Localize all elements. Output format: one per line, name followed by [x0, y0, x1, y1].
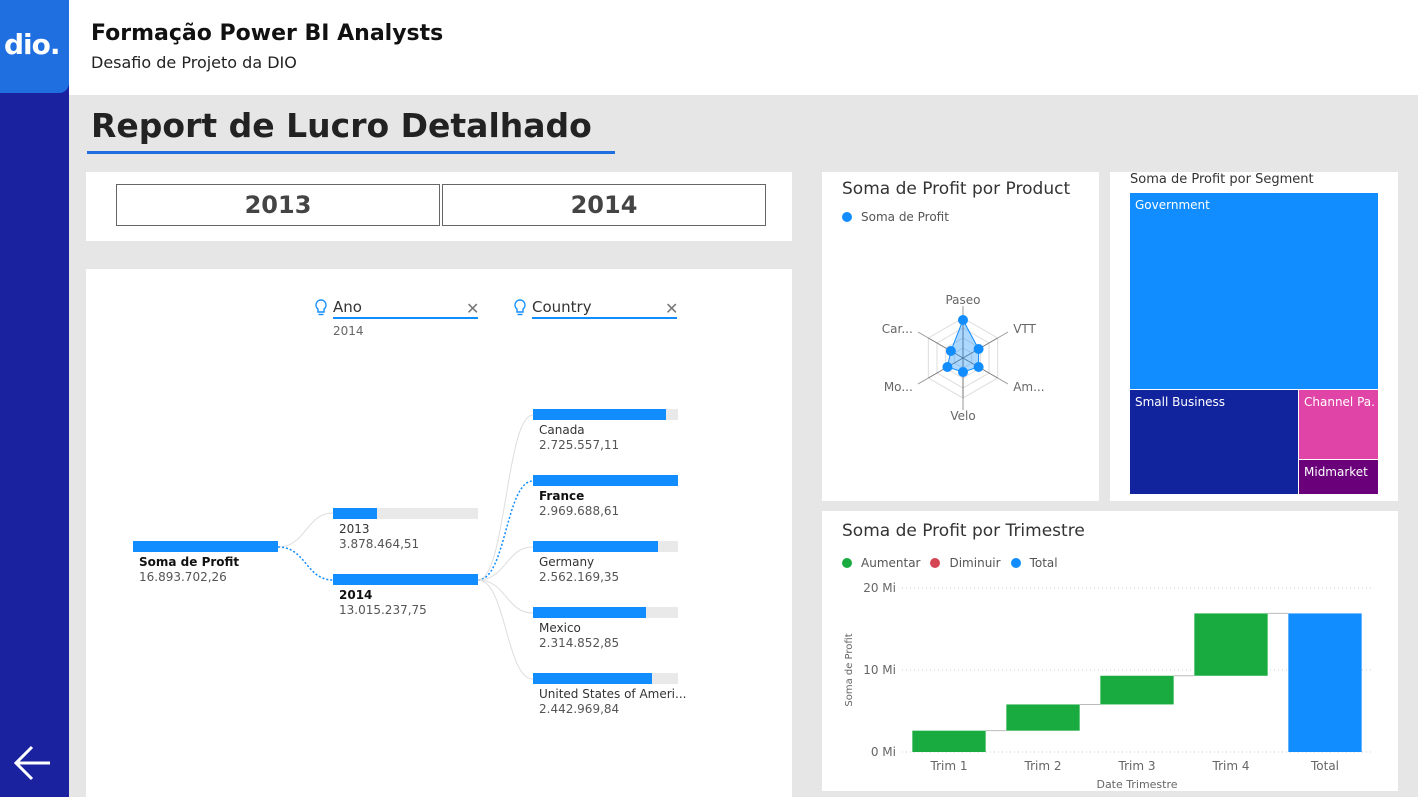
node-bar — [333, 574, 478, 585]
treemap-cell-channel-partners[interactable]: Channel Pa... — [1298, 389, 1379, 460]
radar-label-leader — [917, 377, 929, 385]
tree-node-country[interactable]: France 2.969.688,61 — [533, 475, 678, 521]
radar-axis-label: Am... — [1013, 380, 1044, 394]
radar-label-leader — [997, 377, 1009, 385]
tree-node-country[interactable]: Germany 2.562.169,35 — [533, 541, 678, 587]
radar-point — [973, 344, 984, 354]
treemap-cell-label: Channel Pa... — [1304, 395, 1375, 409]
waterfall-bar — [912, 730, 986, 752]
node-bar — [533, 475, 678, 486]
tree-node-root[interactable]: Soma de Profit 16.893.702,26 — [133, 541, 278, 587]
radar-axis-label: Mo... — [884, 380, 913, 394]
node-label: 2014 — [339, 588, 373, 602]
slicer-option-2013[interactable]: 2013 — [116, 184, 440, 226]
app-subtitle: Desafio de Projeto da DIO — [91, 53, 297, 72]
x-tick-label: Trim 3 — [1118, 759, 1156, 773]
node-label: Soma de Profit — [139, 555, 240, 569]
tree-node-country[interactable]: Canada 2.725.557,11 — [533, 409, 678, 455]
waterfall-bar — [1194, 613, 1268, 676]
node-value: 2.314.852,85 — [539, 636, 620, 650]
y-axis-title: Soma de Profit — [844, 633, 855, 706]
radar-point — [942, 362, 953, 372]
waterfall-card: Soma de Profit por Trimestre Aumentar Di… — [822, 511, 1398, 791]
node-bar — [333, 508, 377, 519]
node-value: 2.969.688,61 — [539, 504, 620, 518]
node-value: 16.893.702,26 — [139, 570, 227, 584]
radar-point — [945, 346, 956, 356]
treemap-cell-small-business[interactable]: Small Business — [1129, 389, 1299, 495]
tree-node-country[interactable]: Mexico 2.314.852,85 — [533, 607, 678, 653]
node-label: Mexico — [539, 621, 581, 635]
node-label: France — [539, 489, 585, 503]
y-tick-label: 10 Mi — [863, 663, 896, 677]
treemap-cell-government[interactable]: Government — [1129, 192, 1379, 390]
treemap-card: Soma de Profit por Segment Government Sm… — [1110, 172, 1398, 501]
tree-node-country[interactable]: United States of Ameri... 2.442.969,84 — [533, 673, 686, 719]
waterfall-total-bar — [1288, 613, 1362, 752]
waterfall-chart: 0 Mi 10 Mi 20 Mi Soma de Profit Date Trimest… — [844, 581, 1372, 791]
report-header: Formação Power BI Analysts Desafio de Pr… — [69, 0, 1418, 95]
waterfall-bar — [1006, 704, 1080, 731]
radar-label-leader — [917, 331, 929, 339]
tree-node-year[interactable]: 2014 13.015.237,75 — [333, 574, 478, 620]
node-bar — [533, 541, 658, 552]
y-tick-label: 20 Mi — [863, 581, 896, 595]
node-value: 3.878.464,51 — [339, 537, 420, 551]
radar-point — [958, 315, 968, 325]
node-value: 13.015.237,75 — [339, 603, 427, 617]
node-label: 2013 — [339, 522, 370, 536]
x-axis-title: Date Trimestre — [1096, 778, 1177, 791]
node-bar — [533, 673, 652, 684]
slicer-option-2014[interactable]: 2014 — [442, 184, 766, 226]
treemap-cell-midmarket[interactable]: Midmarket — [1298, 459, 1379, 495]
radar-axis-label: Paseo — [945, 293, 980, 307]
treemap-cell-label: Small Business — [1135, 395, 1226, 409]
node-label: United States of Ameri... — [539, 687, 687, 701]
dio-logo: dio. — [0, 0, 69, 93]
x-tick-label: Trim 4 — [1212, 759, 1250, 773]
radar-axis-label: Velo — [950, 409, 975, 423]
x-tick-label: Total — [1310, 759, 1339, 773]
treemap-cell-label: Government — [1135, 198, 1210, 212]
node-value: 2.562.169,35 — [539, 570, 620, 584]
radar-axis-label: Car... — [882, 322, 913, 336]
left-nav-rail: dio. — [0, 0, 69, 797]
tree-node-year[interactable]: 2013 3.878.464,51 — [333, 508, 478, 554]
waterfall-bar — [1100, 675, 1174, 705]
title-underline — [87, 151, 615, 154]
radar-axis-label: VTT — [1013, 322, 1036, 336]
radar-chart: Paseo VTT Am... Velo Mo... Car... — [882, 293, 1045, 423]
decomposition-tree: Ano ✕ 2014 Country ✕ Soma de Profit 16.8… — [86, 269, 792, 797]
year-slicer: 2013 2014 — [86, 172, 792, 241]
node-label: Germany — [539, 555, 595, 569]
treemap-cell-label: Midmarket — [1304, 465, 1368, 479]
node-bar — [533, 409, 666, 420]
logo-text: dio. — [4, 28, 61, 61]
radar-point — [958, 367, 968, 377]
radar-series-area — [946, 318, 980, 373]
radar-point — [973, 362, 984, 372]
node-bar — [533, 607, 646, 618]
node-label: Canada — [539, 423, 585, 437]
y-tick-label: 0 Mi — [871, 745, 896, 759]
radar-chart-card: Soma de Profit por Product Soma de Profi… — [822, 172, 1099, 501]
node-bar — [133, 541, 278, 552]
page-title: Report de Lucro Detalhado — [91, 106, 592, 145]
app-title: Formação Power BI Analysts — [91, 21, 444, 46]
x-tick-label: Trim 2 — [1024, 759, 1062, 773]
x-tick-label: Trim 1 — [930, 759, 968, 773]
node-value: 2.725.557,11 — [539, 438, 620, 452]
back-arrow-icon[interactable] — [12, 742, 54, 784]
radar-label-leader — [997, 331, 1009, 339]
treemap-title: Soma de Profit por Segment — [1130, 172, 1314, 187]
node-value: 2.442.969,84 — [539, 702, 620, 716]
